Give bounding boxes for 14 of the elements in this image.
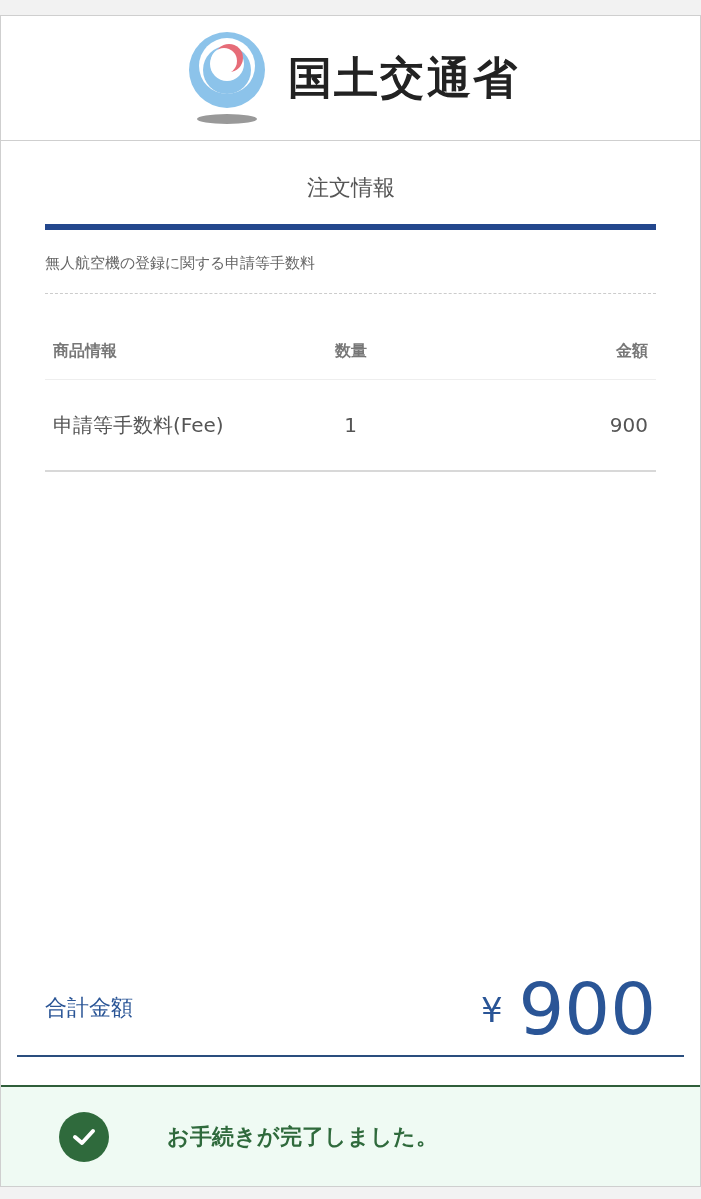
table-cell-text: 申請等手数料(Fee) bbox=[53, 411, 225, 439]
success-message: お手続きが完了しました。 bbox=[167, 1123, 438, 1151]
total-amount: 900 bbox=[518, 973, 656, 1045]
currency-symbol: ¥ bbox=[480, 989, 503, 1032]
check-icon bbox=[59, 1111, 109, 1162]
section-title: 注文情報 bbox=[305, 174, 396, 202]
total-label: 合計金額 bbox=[45, 994, 133, 1022]
table-cell-text: 900 bbox=[608, 411, 648, 439]
table-cell-text: 1 bbox=[343, 411, 358, 439]
order-description: 無人航空機の登録に関する申請等手数料 bbox=[45, 252, 656, 294]
column-header: 金額 bbox=[615, 339, 648, 362]
column-header: 商品情報 bbox=[53, 339, 118, 362]
column-header: 数量 bbox=[333, 339, 368, 362]
logo-text: 国土交通省 bbox=[288, 51, 519, 105]
